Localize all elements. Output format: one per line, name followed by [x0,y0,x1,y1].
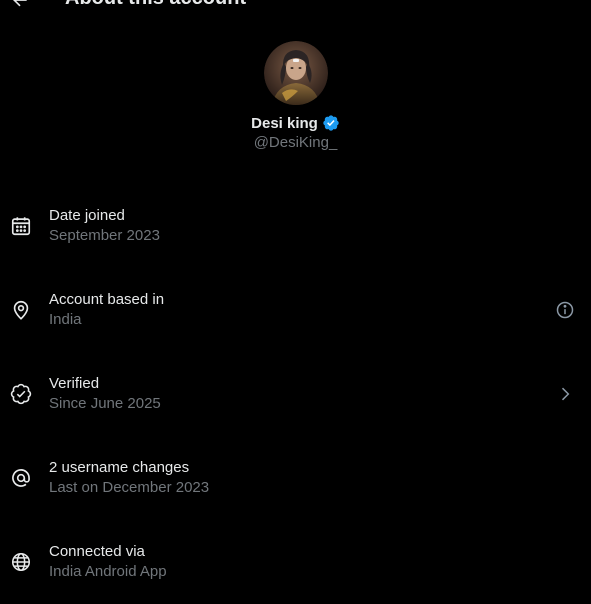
location-pin-icon [13,300,29,320]
row-subtitle: Last on December 2023 [49,479,210,496]
info-icon[interactable] [555,300,575,320]
row-title: Connected via [49,543,145,560]
row-verified[interactable]: Verified Since June 2025 [0,352,591,436]
row-subtitle: India [49,311,82,328]
account-details-list: Date joined September 2023 Account based… [0,184,591,604]
verified-badge-icon [10,383,32,405]
display-name: Desi king [251,114,318,132]
avatar[interactable] [263,41,328,105]
calendar-icon [11,217,31,236]
row-text: Verified Since June 2025 [49,374,161,414]
profile-section: Desi king @DesiKing_ [0,41,591,151]
row-title: 2 username changes [49,459,190,476]
chevron-right-icon[interactable] [555,384,575,404]
row-subtitle: India Android App [49,563,167,580]
row-connected-via: Connected via India Android App [0,520,591,604]
user-handle: @DesiKing_ [253,134,338,151]
header: About this account [0,0,591,14]
row-title: Date joined [49,207,125,224]
page-title: About this account [65,0,246,10]
verified-badge-icon [323,115,339,131]
arrow-left-icon[interactable] [10,0,30,10]
row-title: Verified [49,375,100,392]
row-title: Account based in [49,291,165,308]
row-account-based-in: Account based in India [0,268,591,352]
row-text: Connected via India Android App [49,542,167,582]
row-subtitle: Since June 2025 [49,395,161,412]
row-text: Account based in India [49,290,164,330]
row-text: 2 username changes Last on December 2023 [49,458,209,498]
row-date-joined: Date joined September 2023 [0,184,591,268]
globe-icon [11,552,31,572]
row-username-changes: 2 username changes Last on December 2023 [0,436,591,520]
row-text: Date joined September 2023 [49,206,160,246]
row-subtitle: September 2023 [49,227,160,244]
at-sign-icon [12,469,30,487]
name-row: Desi king [0,113,591,133]
